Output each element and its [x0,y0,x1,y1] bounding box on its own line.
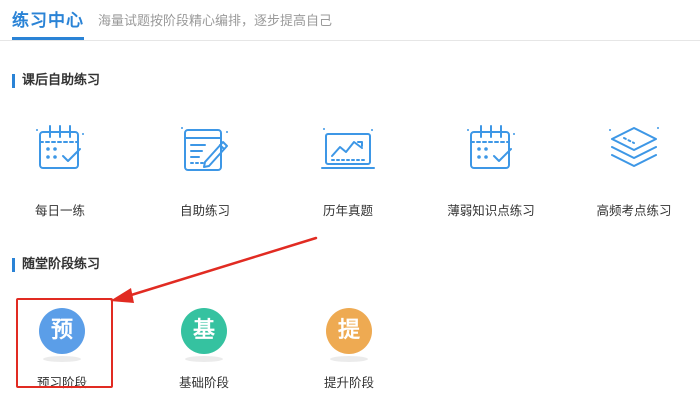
practice-label-high-frequency: 高频考点练习 [596,203,672,218]
stage-label-advanced: 提升阶段 [323,375,374,390]
practice-item-self-help[interactable]: 自助练习 [145,118,265,219]
practice-label-weak-points: 薄弱知识点练习 [447,203,535,218]
practice-label-past-exams: 历年真题 [322,203,373,218]
practice-item-high-frequency[interactable]: 高频考点练习 [574,118,694,219]
practice-label-self-help: 自助练习 [179,203,230,218]
annotation-highlight-box [16,298,113,388]
page-subtitle: 海量试题按阶段精心编排，逐步提高自己 [98,14,333,29]
stage-item-advanced[interactable]: 提 提升阶段 [299,302,399,391]
stage-badge-basic: 基 [181,308,227,362]
stage-badge-advanced: 提 [326,308,372,362]
calendar-check-icon [461,118,521,180]
chart-monitor-icon [318,118,378,180]
form-pencil-icon [175,118,235,180]
section-title-after-class: 课后自助练习 [12,74,100,88]
stage-label-basic: 基础阶段 [178,375,229,390]
page-title[interactable]: 练习中心 [12,6,84,31]
practice-label-daily: 每日一练 [34,203,85,218]
practice-item-past-exams[interactable]: 历年真题 [288,118,408,219]
section-title-stage: 随堂阶段练习 [12,258,100,272]
page-header: 练习中心 海量试题按阶段精心编排，逐步提高自己 [0,0,700,41]
practice-item-weak-points[interactable]: 薄弱知识点练习 [431,118,551,219]
practice-item-daily[interactable]: 每日一练 [0,118,120,219]
layers-icon [604,118,664,180]
title-active-underline [12,37,84,40]
stage-item-basic[interactable]: 基 基础阶段 [154,302,254,391]
calendar-check-icon [30,118,90,180]
